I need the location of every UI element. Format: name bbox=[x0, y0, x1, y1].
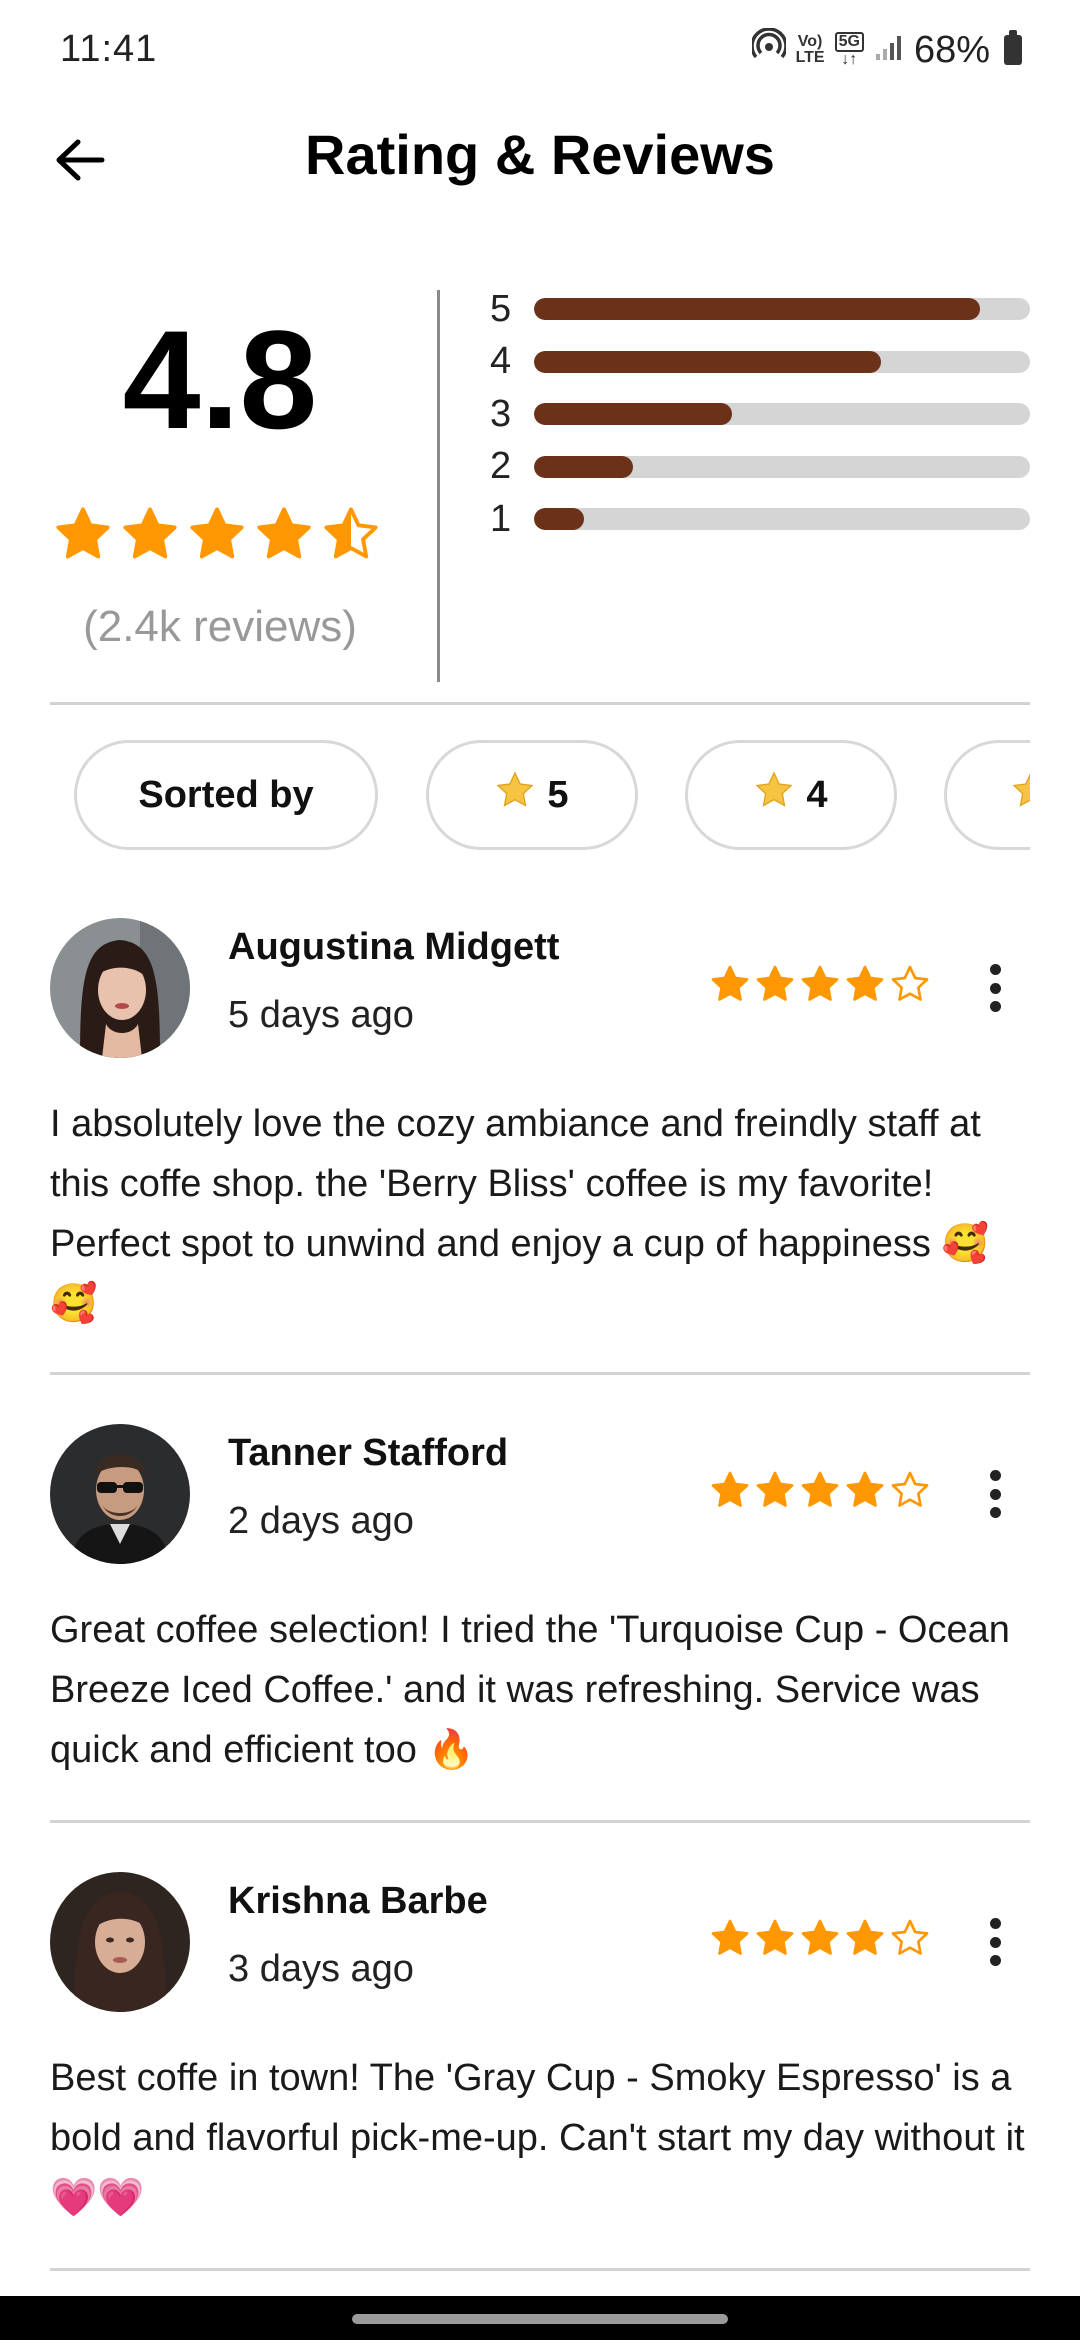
rating-bar-3: 3 bbox=[490, 389, 1030, 439]
status-bar: 11:41 Vo) LTE 5G ↓↑ 68% bbox=[0, 0, 1080, 100]
star-outline-icon bbox=[891, 1471, 929, 1507]
rating-bar-5: 5 bbox=[490, 284, 1030, 334]
filter-chips: Sorted by 5 4 bbox=[50, 740, 1030, 852]
avatar bbox=[50, 1424, 190, 1564]
star-filled-icon bbox=[846, 965, 884, 1001]
filter-5-star-chip[interactable]: 5 bbox=[426, 740, 638, 850]
star-filled-icon bbox=[801, 1919, 839, 1955]
star-filled-icon bbox=[846, 1471, 884, 1507]
average-stars bbox=[54, 505, 380, 563]
review-text: Great coffee selection! I tried the 'Tur… bbox=[50, 1609, 1010, 1771]
rating-bar-fill bbox=[534, 455, 634, 478]
page-title: Rating & Reviews bbox=[305, 123, 775, 186]
star-filled-icon bbox=[190, 507, 244, 559]
star-filled-icon bbox=[801, 1471, 839, 1507]
star-filled-icon bbox=[756, 1919, 794, 1955]
star-filled-icon bbox=[711, 1471, 749, 1507]
star-filled-icon bbox=[711, 1919, 749, 1955]
summary-bottom-divider bbox=[50, 702, 1030, 705]
rating-bar-track bbox=[534, 298, 1030, 320]
rating-bar-track bbox=[534, 350, 1030, 373]
reviewer-name: Augustina Midgett bbox=[228, 926, 560, 968]
review-date: 2 days ago bbox=[228, 1500, 414, 1542]
avatar bbox=[50, 918, 190, 1058]
review-divider bbox=[50, 1820, 1030, 1823]
rating-summary: 4.8 (2.4k reviews) 5 4 3 2 1 bbox=[50, 280, 1030, 700]
star-filled-icon bbox=[756, 965, 794, 1001]
review-text: I absolutely love the cozy ambiance and … bbox=[50, 1103, 989, 1325]
average-rating: 4.8 bbox=[122, 301, 318, 458]
star-filled-icon bbox=[711, 965, 749, 1001]
filter-4-star-chip[interactable]: 4 bbox=[685, 740, 897, 850]
star-filled-icon bbox=[56, 507, 110, 559]
reviewer-name: Tanner Stafford bbox=[228, 1432, 509, 1474]
summary-divider bbox=[437, 290, 440, 682]
rating-bar-label: 4 bbox=[490, 340, 512, 382]
more-options-button[interactable] bbox=[975, 1464, 1015, 1524]
review-date: 3 days ago bbox=[228, 1948, 414, 1990]
review-count: (2.4k reviews) bbox=[83, 602, 357, 651]
more-options-button[interactable] bbox=[975, 1912, 1015, 1972]
review-stars bbox=[710, 1470, 930, 1510]
star-filled-icon bbox=[123, 507, 177, 559]
star-outline-icon bbox=[891, 965, 929, 1001]
rating-bar-label: 5 bbox=[490, 287, 512, 330]
review-item: Augustina Midgett 5 days ago I absolutel… bbox=[50, 918, 1030, 1338]
star-half-icon bbox=[324, 507, 378, 559]
hotspot-icon bbox=[749, 27, 788, 72]
more-vertical-icon bbox=[989, 1918, 1001, 1929]
star-filled-icon bbox=[801, 965, 839, 1001]
more-options-button[interactable] bbox=[975, 958, 1015, 1018]
reviewer-name: Krishna Barbe bbox=[228, 1880, 488, 1922]
filter-3-star-chip[interactable] bbox=[944, 740, 1030, 850]
rating-bar-track bbox=[534, 403, 1030, 425]
more-vertical-icon bbox=[989, 1470, 1001, 1481]
network-5g-icon: 5G ↓↑ bbox=[834, 32, 864, 68]
star-filled-icon bbox=[846, 1919, 884, 1955]
status-time: 11:41 bbox=[60, 28, 158, 70]
home-gesture-handle[interactable] bbox=[352, 2314, 728, 2324]
battery-icon bbox=[1004, 30, 1022, 65]
review-stars bbox=[710, 1918, 930, 1958]
star-icon bbox=[495, 770, 535, 820]
app-header: Rating & Reviews bbox=[0, 110, 1080, 210]
system-nav-bar bbox=[0, 2296, 1080, 2340]
rating-bar-label: 3 bbox=[490, 392, 512, 435]
avatar bbox=[50, 1872, 190, 2012]
rating-bar-1: 1 bbox=[490, 494, 1030, 544]
volte-icon: Vo) LTE bbox=[795, 33, 825, 66]
star-filled-icon bbox=[756, 1471, 794, 1507]
review-date: 5 days ago bbox=[228, 994, 414, 1036]
star-filled-icon bbox=[257, 507, 311, 559]
signal-icon bbox=[874, 29, 904, 72]
star-icon bbox=[1011, 770, 1030, 820]
review-item: Krishna Barbe 3 days ago Best coffe in t… bbox=[50, 1872, 1030, 2272]
rating-bar-track bbox=[534, 455, 1030, 478]
rating-bar-4: 4 bbox=[490, 337, 1030, 387]
rating-bar-fill bbox=[534, 350, 882, 373]
review-divider bbox=[50, 2268, 1030, 2271]
rating-bar-label: 1 bbox=[490, 497, 512, 540]
review-divider bbox=[50, 1372, 1030, 1375]
rating-bar-fill bbox=[534, 403, 733, 425]
star-icon bbox=[754, 770, 794, 820]
review-text: Best coffe in town! The 'Gray Cup - Smok… bbox=[50, 2057, 1025, 2219]
average-rating-block: 4.8 (2.4k reviews) bbox=[50, 280, 390, 700]
rating-bar-track bbox=[534, 508, 1030, 530]
rating-bar-2: 2 bbox=[490, 442, 1030, 492]
battery-percent: 68% bbox=[913, 28, 990, 71]
more-vertical-icon bbox=[989, 964, 1001, 975]
rating-bar-fill bbox=[534, 508, 584, 530]
review-item: Tanner Stafford 2 days ago Great coffee … bbox=[50, 1424, 1030, 1824]
rating-bar-label: 2 bbox=[490, 445, 512, 487]
star-outline-icon bbox=[891, 1919, 929, 1955]
review-stars bbox=[710, 964, 930, 1004]
rating-bar-fill bbox=[534, 298, 981, 320]
status-icons: Vo) LTE 5G ↓↑ 68% bbox=[749, 27, 1022, 72]
sorted-by-chip[interactable]: Sorted by bbox=[74, 740, 378, 850]
